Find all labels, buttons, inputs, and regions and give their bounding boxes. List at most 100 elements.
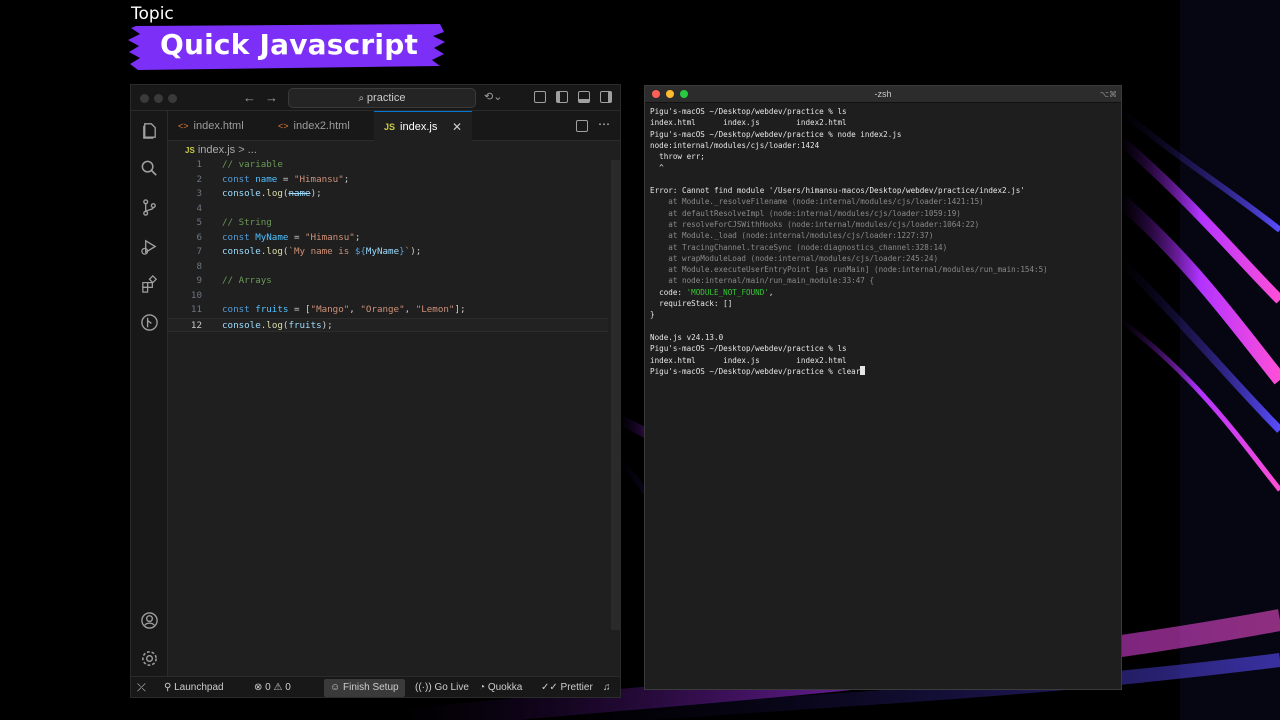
search-text: practice — [366, 92, 406, 104]
line-number: 7 — [196, 246, 202, 257]
layout-panels-icon[interactable] — [534, 91, 546, 103]
terminal-line: Error: Cannot find module '/Users/himans… — [650, 186, 1025, 196]
terminal-output[interactable]: Pigu's-macOS ~/Desktop/webdev/practice %… — [650, 106, 1120, 377]
line-number: 5 — [196, 217, 202, 228]
search-sidebar-icon[interactable] — [140, 159, 159, 178]
code-line[interactable]: 5 // String — [168, 216, 608, 231]
editor-tabs: <> index.html <> index2.html JS index.js ✕ … — [168, 111, 620, 141]
terminal-line: Pigu's-macOS ~/Desktop/webdev/practice %… — [650, 365, 1120, 377]
terminal-line: index.html index.js index2.html — [650, 118, 847, 128]
code-text: console.log(`My name is ${MyName}`); — [222, 246, 422, 257]
tab-label: index2.html — [293, 120, 350, 132]
run-debug-icon[interactable] — [140, 237, 159, 256]
terminal-line: at defaultResolveImpl (node:internal/mod… — [650, 208, 961, 218]
close-window-button[interactable] — [140, 94, 149, 103]
rocket-icon: ⚲ — [164, 682, 175, 693]
forward-arrow-icon[interactable]: → — [265, 90, 278, 105]
command-center-search[interactable]: ⌕ practice — [288, 88, 476, 108]
double-check-icon: ✓✓ — [541, 682, 561, 693]
toggle-panel-icon[interactable] — [578, 91, 590, 103]
quokka-item[interactable]: ◔ Quokka — [479, 677, 523, 697]
finish-setup-label: Finish Setup — [343, 682, 399, 693]
terminal-window[interactable]: -zsh ⌥⌘ Pigu's-macOS ~/Desktop/webdev/pr… — [644, 85, 1122, 690]
status-bar: ⤫ ⚲ Launchpad ⊗ 0 ⚠ 0 ☺ Finish Setup ((·… — [131, 676, 620, 697]
go-live-label: Go Live — [434, 682, 469, 693]
code-text: // variable — [222, 159, 283, 170]
vscode-window: ← → ⌕ practice ⟲⌄ <> index.html <> index2.… — [130, 84, 621, 698]
line-number: 8 — [196, 260, 202, 272]
more-actions-icon[interactable]: ⋯ — [598, 117, 610, 131]
terminal-title: -zsh — [874, 89, 892, 99]
minimize-window-button[interactable] — [154, 94, 163, 103]
copilot-icon[interactable]: ⟲⌄ — [484, 90, 502, 103]
terminal-line: throw err; — [650, 152, 705, 162]
zoom-window-button[interactable] — [680, 90, 688, 98]
line-number: 2 — [196, 173, 202, 185]
activity-bar — [131, 111, 168, 676]
go-live-button[interactable]: ((·)) Go Live — [415, 677, 469, 697]
error-icon: ⊗ — [254, 682, 266, 693]
code-line[interactable]: 12 console.log(fruits); — [168, 317, 608, 332]
code-line[interactable]: 3 console.log(name); — [168, 187, 608, 202]
terminal-line: at node:internal/main/run_main_module:33… — [650, 276, 875, 286]
terminal-line: code: 'MODULE_NOT_FOUND', — [650, 287, 774, 297]
explorer-icon[interactable] — [140, 121, 159, 140]
git-graph-icon[interactable] — [140, 313, 159, 332]
close-window-button[interactable] — [652, 90, 660, 98]
copilot-status-icon: ☺ — [330, 682, 343, 693]
problems-item[interactable]: ⊗ 0 ⚠ 0 — [254, 677, 291, 697]
minimize-window-button[interactable] — [666, 90, 674, 98]
terminal-line: at wrapModuleLoad (node:internal/modules… — [650, 253, 939, 263]
split-editor-icon[interactable] — [576, 120, 588, 132]
code-line[interactable]: 9 // Arrays — [168, 274, 608, 289]
tab-label: index.html — [193, 120, 244, 132]
account-icon[interactable] — [140, 611, 159, 630]
topic-title: Quick Javascript — [160, 28, 419, 61]
breadcrumb-file[interactable]: index.js — [198, 144, 235, 156]
code-line[interactable]: 4 — [168, 202, 608, 217]
terminal-shortcut-hint: ⌥⌘ — [1099, 90, 1117, 99]
finish-setup-button[interactable]: ☺ Finish Setup — [324, 679, 405, 697]
breadcrumb-rest[interactable]: ... — [248, 144, 257, 156]
prettier-item[interactable]: ✓✓ Prettier — [541, 677, 593, 697]
code-line[interactable]: 2 const name = "Himansu"; — [168, 173, 608, 188]
tab-index2-html[interactable]: <> index2.html — [268, 111, 374, 141]
toggle-sidebar-icon[interactable] — [556, 91, 568, 103]
terminal-line: Pigu's-macOS ~/Desktop/webdev/practice %… — [650, 344, 847, 354]
settings-gear-icon[interactable] — [140, 649, 159, 668]
breadcrumb: JS index.js > ... — [185, 142, 257, 158]
code-line[interactable]: 1 // variable — [168, 158, 608, 173]
launchpad-item[interactable]: ⚲ Launchpad — [164, 677, 224, 697]
html-file-icon: <> — [178, 121, 189, 131]
zoom-window-button[interactable] — [168, 94, 177, 103]
code-text: const MyName = "Himansu"; — [222, 231, 361, 243]
code-editor[interactable]: 1 // variable 2 const name = "Himansu"; 3 con… — [168, 158, 620, 676]
quokka-label: Quokka — [487, 682, 523, 693]
code-text: // Arrays — [222, 275, 272, 286]
editor-scrollbar[interactable] — [611, 160, 620, 630]
line-number: 1 — [196, 159, 202, 170]
tab-index-html[interactable]: <> index.html — [168, 111, 268, 141]
terminal-line: ^ — [650, 163, 664, 173]
terminal-line: at resolveForCJSWithHooks (node:internal… — [650, 219, 980, 229]
code-line[interactable]: 7 console.log(`My name is ${MyName}`); — [168, 245, 608, 260]
code-line[interactable]: 8 — [168, 260, 608, 275]
topic-label: Topic — [131, 4, 174, 24]
code-line[interactable]: 10 — [168, 289, 608, 304]
prettier-label: Prettier — [560, 682, 593, 693]
code-line[interactable]: 6 const MyName = "Himansu"; — [168, 231, 608, 246]
terminal-line: Pigu's-macOS ~/Desktop/webdev/practice %… — [650, 129, 902, 139]
notifications-bell-icon[interactable]: ♫ — [603, 677, 611, 697]
remote-indicator-icon[interactable]: ⤫ — [137, 677, 146, 697]
breadcrumb-separator: > — [238, 144, 245, 156]
code-line[interactable]: 11 const fruits = ["Mango", "Orange", "Le… — [168, 303, 608, 318]
close-tab-icon[interactable]: ✕ — [452, 112, 462, 142]
extensions-icon[interactable] — [140, 275, 159, 294]
tab-index-js[interactable]: JS index.js ✕ — [374, 111, 472, 141]
terminal-line: at Module._load (node:internal/modules/c… — [650, 231, 934, 241]
toggle-secondary-sidebar-icon[interactable] — [600, 91, 612, 103]
back-arrow-icon[interactable]: ← — [243, 90, 256, 105]
terminal-line: Pigu's-macOS ~/Desktop/webdev/practice %… — [650, 107, 847, 116]
source-control-icon[interactable] — [140, 198, 159, 217]
